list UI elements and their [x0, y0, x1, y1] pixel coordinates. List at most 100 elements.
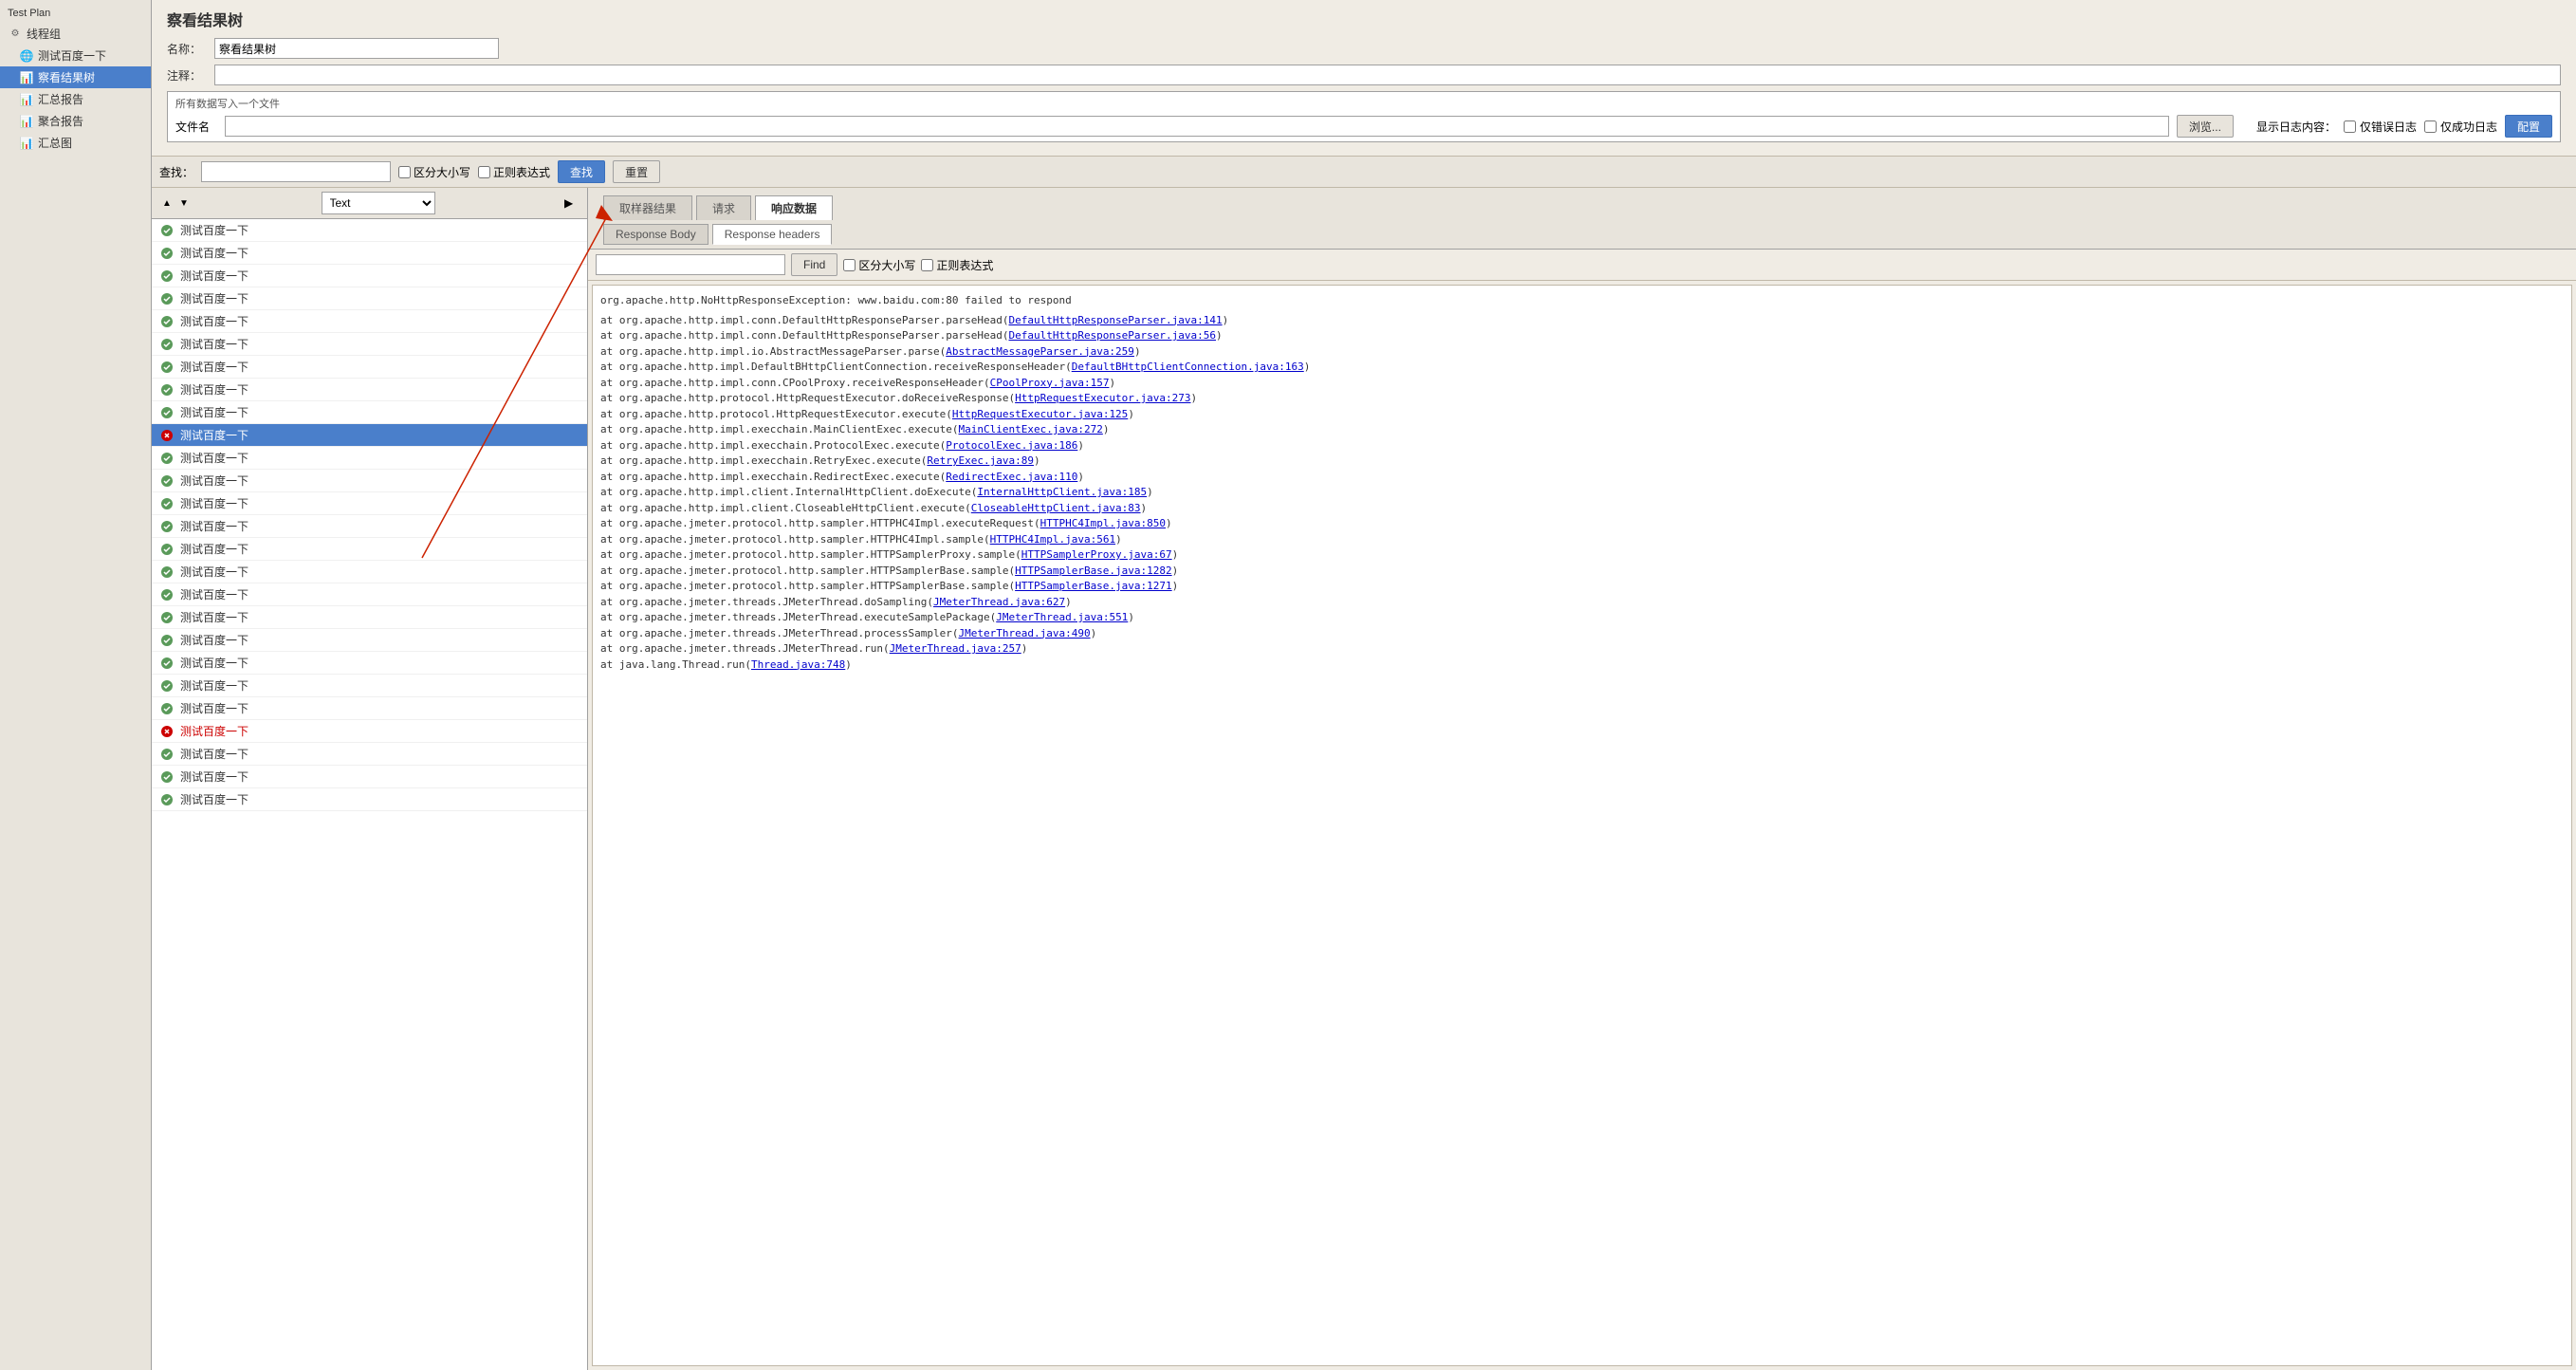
list-item[interactable]: 测试百度一下 [152, 515, 587, 538]
stack-trace-line: at java.lang.Thread.run(Thread.java:748) [600, 657, 2564, 674]
list-items: 测试百度一下测试百度一下测试百度一下测试百度一下测试百度一下测试百度一下测试百度… [152, 219, 587, 1370]
success-icon [159, 610, 175, 625]
trace-link[interactable]: HTTPSamplerBase.java:1271 [1015, 580, 1172, 592]
list-item[interactable]: 测试百度一下 [152, 265, 587, 287]
list-item-label: 测试百度一下 [180, 655, 248, 671]
case-sensitive-checkbox[interactable] [398, 166, 411, 178]
format-select[interactable]: Text JSON XML HTML [322, 192, 435, 214]
list-item-label: 测试百度一下 [180, 518, 248, 534]
trace-link[interactable]: DefaultHttpResponseParser.java:141 [1008, 314, 1222, 326]
trace-link[interactable]: MainClientExec.java:272 [959, 423, 1103, 435]
file-label: 文件名 [175, 119, 210, 135]
config-button[interactable]: 配置 [2505, 115, 2552, 138]
trace-link[interactable]: InternalHttpClient.java:185 [977, 486, 1147, 498]
find-case-sensitive-checkbox[interactable] [843, 259, 856, 271]
trace-link[interactable]: HttpRequestExecutor.java:125 [952, 408, 1128, 420]
list-item[interactable]: 测试百度一下 [152, 492, 587, 515]
trace-link[interactable]: JMeterThread.java:551 [996, 611, 1128, 623]
trace-link[interactable]: HTTPSamplerProxy.java:67 [1021, 548, 1172, 561]
list-item[interactable]: 测试百度一下 [152, 287, 587, 310]
list-item[interactable]: 测试百度一下 [152, 766, 587, 788]
sidebar-item-thread-group[interactable]: ⚙ 线程组 [0, 23, 151, 45]
response-body-tab[interactable]: Response Body [603, 224, 708, 245]
trace-link[interactable]: HttpRequestExecutor.java:273 [1015, 392, 1190, 404]
trace-link[interactable]: HTTPSamplerBase.java:1282 [1015, 565, 1172, 577]
error-message: org.apache.http.NoHttpResponseException:… [600, 293, 2564, 309]
list-item[interactable]: 测试百度一下 [152, 310, 587, 333]
list-item[interactable]: 测试百度一下 [152, 379, 587, 401]
list-item[interactable]: 测试百度一下 [152, 333, 587, 356]
trace-link[interactable]: ProtocolExec.java:186 [946, 439, 1077, 452]
trace-link[interactable]: DefaultHttpResponseParser.java:56 [1008, 329, 1216, 342]
tab-response-data[interactable]: 响应数据 [755, 195, 833, 220]
regex-checkbox[interactable] [478, 166, 490, 178]
case-sensitive-label: 区分大小写 [414, 164, 470, 180]
stack-trace-line: at org.apache.jmeter.threads.JMeterThrea… [600, 610, 2564, 626]
find-input[interactable] [596, 254, 785, 275]
list-item[interactable]: 测试百度一下 [152, 583, 587, 606]
stack-trace-line: at org.apache.jmeter.threads.JMeterThrea… [600, 641, 2564, 657]
search-toolbar: 查找： 区分大小写 正则表达式 查找 重置 [152, 157, 2576, 188]
trace-link[interactable]: Thread.java:748 [751, 658, 845, 671]
sidebar-item-baidu-sampler[interactable]: 🌐 测试百度一下 [0, 45, 151, 66]
file-input[interactable] [225, 116, 2169, 137]
list-item[interactable]: 测试百度一下 [152, 424, 587, 447]
list-item[interactable]: 测试百度一下 [152, 470, 587, 492]
list-item[interactable]: 测试百度一下 [152, 606, 587, 629]
tab-request[interactable]: 请求 [696, 195, 751, 220]
tab-sampler-result[interactable]: 取样器结果 [603, 195, 692, 220]
success-icon [159, 792, 175, 807]
list-item[interactable]: 测试百度一下 [152, 720, 587, 743]
sidebar-item-aggregate-report[interactable]: 📊 聚合报告 [0, 110, 151, 132]
trace-link[interactable]: HTTPHC4Impl.java:561 [990, 533, 1115, 546]
scroll-down-btn[interactable]: ▼ [176, 195, 192, 211]
sidebar-item-result-tree[interactable]: 📊 察看结果树 [0, 66, 151, 88]
list-item[interactable]: 测试百度一下 [152, 788, 587, 811]
sidebar-item-summary-graph[interactable]: 📊 汇总图 [0, 132, 151, 154]
trace-link[interactable]: AbstractMessageParser.java:259 [946, 345, 1134, 358]
list-item[interactable]: 测试百度一下 [152, 538, 587, 561]
trace-link[interactable]: DefaultBHttpClientConnection.java:163 [1072, 361, 1304, 373]
list-item-label: 测试百度一下 [180, 677, 248, 694]
find-btn[interactable]: Find [791, 253, 837, 276]
list-item-label: 测试百度一下 [180, 359, 248, 375]
success-icon [159, 701, 175, 716]
name-input[interactable] [214, 38, 499, 59]
list-item[interactable]: 测试百度一下 [152, 743, 587, 766]
sidebar-item-label: 汇总报告 [38, 91, 83, 107]
regex-label: 正则表达式 [493, 164, 550, 180]
trace-link[interactable]: CloseableHttpClient.java:83 [971, 502, 1141, 514]
trace-link[interactable]: JMeterThread.java:627 [933, 596, 1065, 608]
list-item[interactable]: 测试百度一下 [152, 629, 587, 652]
list-item[interactable]: 测试百度一下 [152, 242, 587, 265]
list-item[interactable]: 测试百度一下 [152, 561, 587, 583]
list-item[interactable]: 测试百度一下 [152, 401, 587, 424]
list-item[interactable]: 测试百度一下 [152, 219, 587, 242]
trace-link[interactable]: HTTPHC4Impl.java:850 [1040, 517, 1166, 529]
trace-link[interactable]: JMeterThread.java:490 [959, 627, 1091, 639]
find-button[interactable]: 查找 [558, 160, 605, 183]
trace-link[interactable]: CPoolProxy.java:157 [990, 377, 1110, 389]
reset-button[interactable]: 重置 [613, 160, 660, 183]
sidebar-item-summary-report[interactable]: 📊 汇总报告 [0, 88, 151, 110]
trace-link[interactable]: RetryExec.java:89 [927, 454, 1034, 467]
list-item[interactable]: 测试百度一下 [152, 697, 587, 720]
response-headers-tab[interactable]: Response headers [712, 224, 833, 245]
list-item[interactable]: 测试百度一下 [152, 652, 587, 675]
trace-link[interactable]: RedirectExec.java:110 [946, 471, 1077, 483]
comment-input[interactable] [214, 65, 2561, 85]
list-item-label: 测试百度一下 [180, 746, 248, 762]
browse-button[interactable]: 浏览... [2177, 115, 2234, 138]
success-log-checkbox[interactable] [2424, 120, 2437, 133]
scroll-up-btn[interactable]: ▲ [159, 195, 175, 211]
list-item[interactable]: 测试百度一下 [152, 356, 587, 379]
expand-icon[interactable]: ▶ [564, 196, 580, 210]
error-log-checkbox[interactable] [2344, 120, 2356, 133]
list-item[interactable]: 测试百度一下 [152, 675, 587, 697]
list-item[interactable]: 测试百度一下 [152, 447, 587, 470]
log-label: 显示日志内容： [2256, 119, 2336, 135]
file-section: 所有数据写入一个文件 文件名 浏览... 显示日志内容： 仅错误日志 仅成功日志… [167, 91, 2561, 142]
search-input[interactable] [201, 161, 391, 182]
trace-link[interactable]: JMeterThread.java:257 [890, 642, 1021, 655]
find-regex-checkbox[interactable] [921, 259, 933, 271]
